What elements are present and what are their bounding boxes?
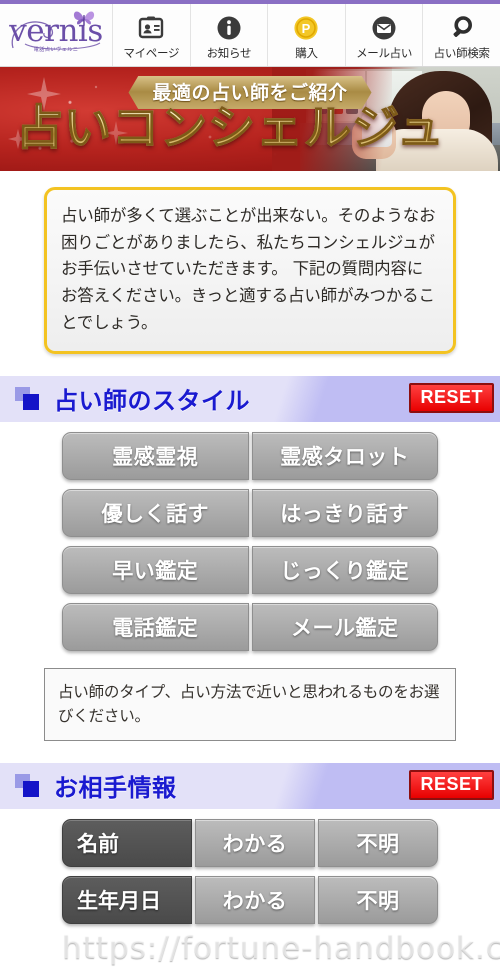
hero-title: 占いコンシェルジュ: [15, 101, 445, 156]
nav-item-news[interactable]: お知らせ: [191, 4, 269, 66]
option-row: 電話鑑定 メール鑑定: [62, 602, 438, 651]
hero-banner: 最適の占い師をご紹介 占いコンシェルジュ: [0, 67, 500, 171]
option-button[interactable]: 早い鑑定: [62, 545, 249, 594]
logo-underline-swash: [24, 42, 101, 50]
option-button[interactable]: じっくり鑑定: [251, 545, 438, 594]
nav-label-mail-fortune: メール占い: [356, 45, 413, 60]
intro-box: 占い師が多くて選ぶことが出来ない。そのようなお困りごとがありましたら、私たちコン…: [44, 187, 456, 354]
section-partner-info: お相手情報 RESET 名前 わかる 不明 生年月日 わかる 不明: [0, 762, 500, 924]
svg-text:P: P: [302, 21, 311, 36]
option-button[interactable]: 霊感霊視: [62, 431, 249, 480]
intro-text: 占い師が多くて選ぶことが出来ない。そのようなお困りごとがありましたら、私たちコン…: [61, 206, 436, 332]
square-marker-icon: [15, 386, 41, 411]
option-row: 優しく話す はっきり話す: [62, 488, 438, 537]
nav-label-purchase: 購入: [295, 45, 318, 60]
info-circle-icon: [215, 13, 243, 43]
watermark: https://fortune-handbook.com/: [62, 930, 500, 966]
option-row: 霊感霊視 霊感タロット: [62, 431, 438, 480]
partner-info-rows: 名前 わかる 不明 生年月日 わかる 不明: [0, 809, 500, 924]
style-options: 霊感霊視 霊感タロット 優しく話す はっきり話す 早い鑑定 じっくり鑑定 電話鑑…: [0, 422, 500, 651]
nav-item-mypage[interactable]: マイページ: [113, 4, 191, 66]
section-style: 占い師のスタイル RESET 霊感霊視 霊感タロット 優しく話す はっきり話す …: [0, 375, 500, 741]
search-icon: [448, 13, 476, 43]
option-button[interactable]: メール鑑定: [251, 602, 438, 651]
hint-text: 占い師のタイプ、占い方法で近いと思われるものをお選びください。: [58, 682, 440, 725]
section-header-partner-info: お相手情報 RESET: [0, 762, 500, 809]
option-button[interactable]: 優しく話す: [62, 488, 249, 537]
section-title-style: 占い師のスタイル: [54, 387, 250, 416]
option-row: 早い鑑定 じっくり鑑定: [62, 545, 438, 594]
point-coin-icon: P: [292, 13, 320, 43]
option-button[interactable]: わかる: [195, 875, 315, 924]
option-button[interactable]: 不明: [318, 818, 438, 867]
intro-section: 占い師が多くて選ぶことが出来ない。そのようなお困りごとがありましたら、私たちコン…: [0, 171, 500, 354]
nav-item-purchase[interactable]: P 購入: [268, 4, 346, 66]
labeled-option-row: 名前 わかる 不明: [62, 818, 438, 867]
option-button[interactable]: 霊感タロット: [251, 431, 438, 480]
hint-box: 占い師のタイプ、占い方法で近いと思われるものをお選びください。: [44, 667, 456, 741]
nav-label-search-fortuneteller: 占い師検索: [433, 45, 490, 60]
section-header-style: 占い師のスタイル RESET: [0, 375, 500, 422]
option-button[interactable]: 不明: [318, 875, 438, 924]
option-button[interactable]: はっきり話す: [251, 488, 438, 537]
butterfly-icon: [73, 11, 94, 27]
reset-button-style[interactable]: RESET: [409, 382, 494, 414]
reset-button-partner-info[interactable]: RESET: [409, 769, 494, 801]
row-label: 生年月日: [62, 875, 192, 924]
global-header: vernis 電話占いヴェルニ マイページ お知らせ P 購入 メール占い 占い…: [0, 4, 500, 67]
section-title-partner-info: お相手情報: [54, 774, 177, 803]
nav-label-news: お知らせ: [206, 45, 252, 60]
row-label: 名前: [62, 818, 192, 867]
site-logo[interactable]: vernis 電話占いヴェルニ: [0, 4, 113, 66]
mail-circle-icon: [370, 13, 398, 43]
option-button[interactable]: 電話鑑定: [62, 602, 249, 651]
option-button[interactable]: わかる: [195, 818, 315, 867]
square-marker-icon: [15, 773, 41, 798]
nav-item-search-fortuneteller[interactable]: 占い師検索: [423, 4, 500, 66]
labeled-option-row: 生年月日 わかる 不明: [62, 875, 438, 924]
nav-item-mail-fortune[interactable]: メール占い: [346, 4, 424, 66]
nav-label-mypage: マイページ: [123, 45, 180, 60]
style-hint-section: 占い師のタイプ、占い方法で近いと思われるものをお選びください。: [0, 660, 500, 741]
id-card-icon: [137, 13, 165, 43]
